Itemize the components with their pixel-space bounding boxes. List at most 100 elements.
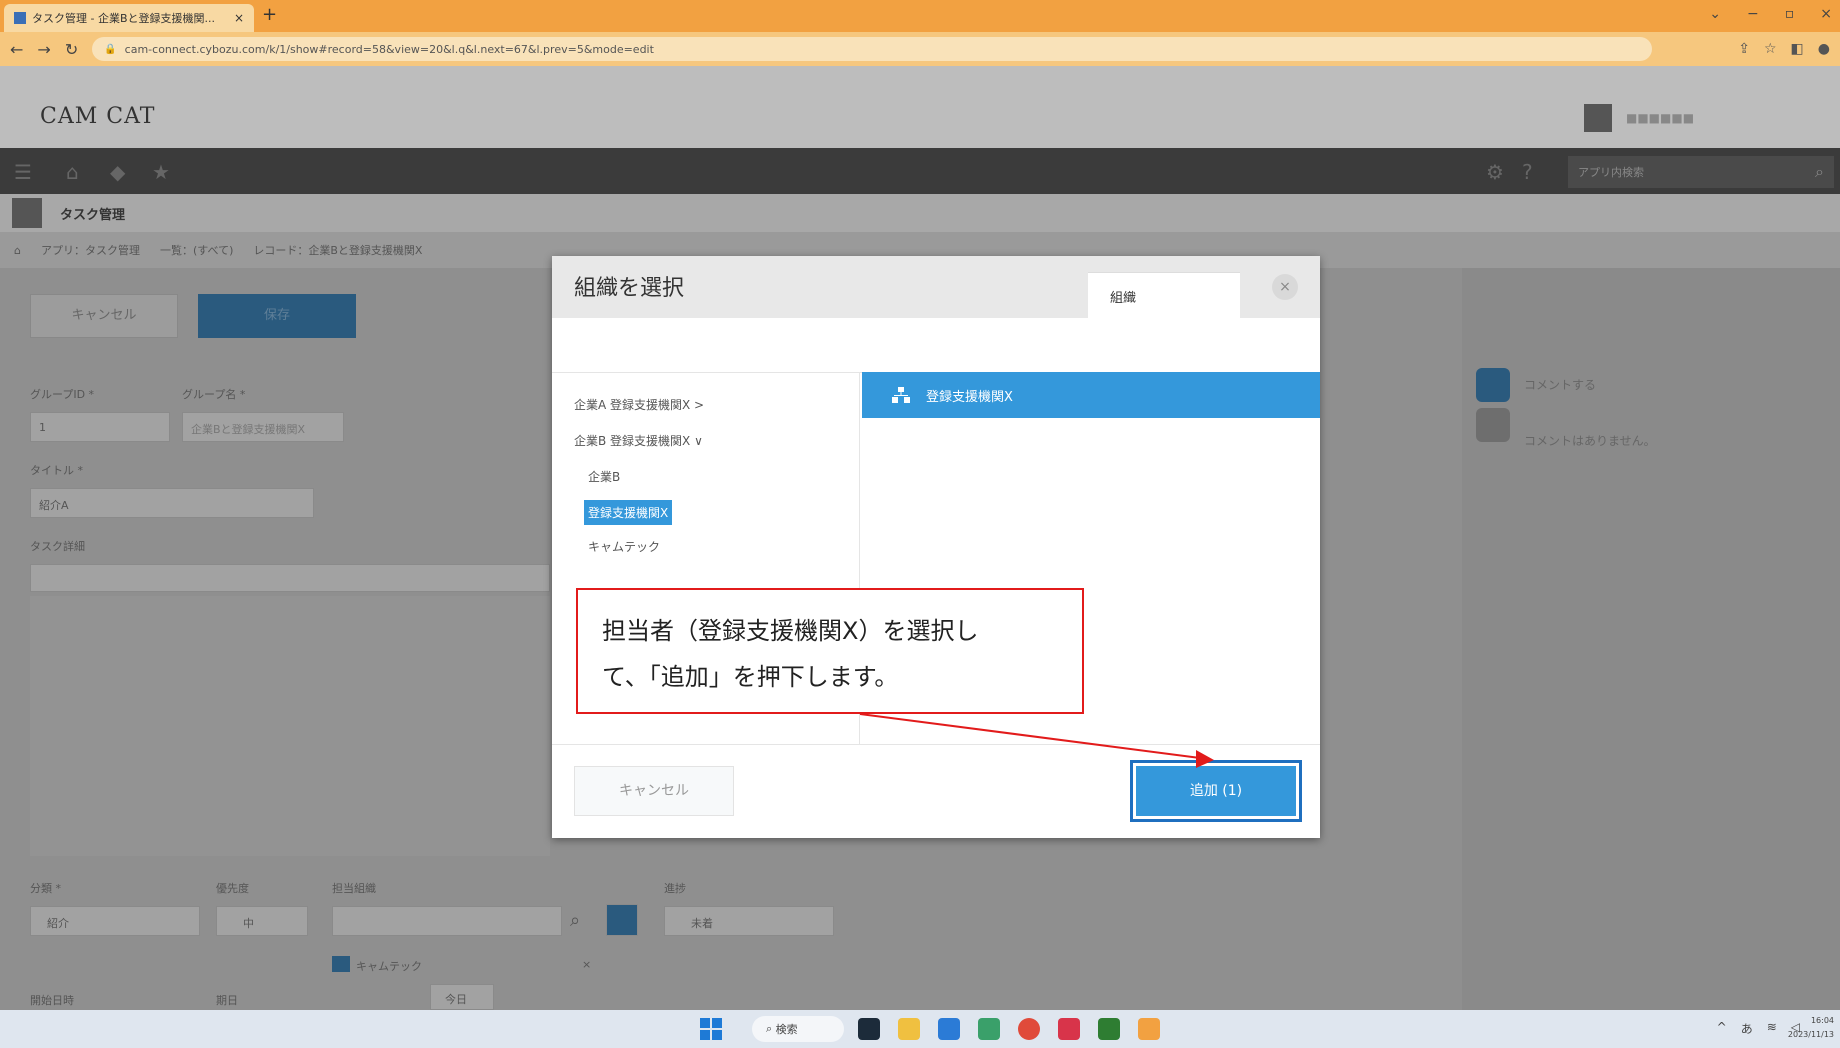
title-value: 紹介A <box>39 499 69 512</box>
priority-label: 優先度 <box>216 882 249 895</box>
app-icon[interactable] <box>1058 1018 1080 1040</box>
dialog-close-button[interactable]: × <box>1272 274 1298 300</box>
history-icon[interactable] <box>1476 408 1510 442</box>
tree-item-company-a[interactable]: 企業A 登録支援機関X > <box>574 396 704 413</box>
lock-icon: 🔒 <box>104 43 117 55</box>
rich-text-toolbar[interactable] <box>30 564 550 592</box>
comment-icon[interactable] <box>1476 368 1510 402</box>
chevron-down-icon[interactable]: ⌄ <box>1709 6 1721 22</box>
tree-item-company-b[interactable]: 企業B 登録支援機関X ∨ <box>574 432 703 449</box>
taskbar: ⌕ 検索 ^ あ ≋ ◁ 16:04 2023/11/13 <box>0 1010 1840 1048</box>
share-icon[interactable]: ⇪ <box>1738 41 1750 57</box>
comment-post-link[interactable]: コメントする <box>1524 376 1596 393</box>
priority-select[interactable]: 中 <box>216 906 308 936</box>
app-search-input[interactable]: アプリ内検索 ⌕ <box>1568 156 1834 188</box>
store-icon[interactable] <box>978 1018 1000 1040</box>
window-close-button[interactable]: × <box>1820 6 1832 22</box>
user-name: ■■■■■■ <box>1626 111 1695 125</box>
tab-title: タスク管理 - 企業Bと登録支援機関... <box>32 12 215 25</box>
profile-icon[interactable]: ● <box>1818 41 1830 57</box>
taskbar-search-label: 検索 <box>775 1023 798 1036</box>
group-id-field[interactable]: 1 <box>30 412 170 442</box>
status-select[interactable]: 未着 <box>664 906 834 936</box>
clock-date: 2023/11/13 <box>1787 1030 1834 1039</box>
avatar <box>1584 104 1612 132</box>
category-select[interactable]: 紹介 <box>30 906 200 936</box>
reload-icon[interactable]: ↻ <box>65 40 78 59</box>
minimize-button[interactable]: − <box>1747 6 1759 22</box>
forward-icon[interactable]: → <box>37 40 50 59</box>
title-field[interactable]: 紹介A <box>30 488 314 518</box>
priority-value: 中 <box>243 917 254 930</box>
today-button[interactable]: 今日 <box>430 984 494 1010</box>
group-name-label: グループ名 * <box>182 388 246 401</box>
app-search-placeholder: アプリ内検索 <box>1578 166 1644 179</box>
chevron-up-icon[interactable]: ^ <box>1717 1020 1727 1037</box>
search-icon[interactable]: ⌕ <box>570 910 580 931</box>
star-icon[interactable]: ☆ <box>1764 41 1777 57</box>
remove-assignee-icon[interactable]: × <box>582 958 591 971</box>
assignee-chip: キャムテック <box>356 960 422 973</box>
new-tab-button[interactable]: + <box>262 4 277 25</box>
assignee-search-input[interactable] <box>332 906 562 936</box>
tab-organization[interactable]: 組織 <box>1088 272 1240 318</box>
list-item[interactable]: 登録支援機関X <box>862 372 1320 418</box>
app-favicon-icon <box>14 12 26 24</box>
tree-item-company-b-child[interactable]: 企業B <box>588 468 620 485</box>
favorite-icon[interactable]: ★ <box>152 160 170 184</box>
assignee-label: 担当組織 <box>332 882 376 895</box>
dialog-title: 組織を選択 <box>574 276 685 301</box>
browser-tabbar: タスク管理 - 企業Bと登録支援機関... × + ⌄ − ▫ × <box>0 0 1840 32</box>
ime-indicator[interactable]: あ <box>1741 1020 1753 1037</box>
tree-item-registration-agency[interactable]: 登録支援機関X <box>584 500 673 525</box>
tree-item-camtech[interactable]: キャムテック <box>588 538 660 555</box>
url-input[interactable]: 🔒 cam-connect.cybozu.com/k/1/show#record… <box>92 37 1653 61</box>
category-label: 分類 * <box>30 882 61 895</box>
chrome-icon[interactable] <box>1018 1018 1040 1040</box>
member-label: 登録支援機関X <box>926 389 1013 405</box>
rich-text-editor[interactable] <box>30 596 550 856</box>
callout-line-2: て、「追加」を押下します。 <box>602 663 899 691</box>
browser-actions: ⇪ ☆ ◧ ● <box>1738 41 1830 57</box>
windows-start-icon[interactable] <box>700 1018 722 1040</box>
group-id-label: グループID * <box>30 388 95 401</box>
calculator-icon[interactable] <box>1098 1018 1120 1040</box>
search-icon[interactable]: ⌕ <box>1815 162 1824 182</box>
start-date-label: 開始日時 <box>30 994 74 1007</box>
org-icon <box>892 387 910 403</box>
add-button[interactable]: 追加 (1) <box>1136 766 1296 816</box>
task-detail-label: タスク詳細 <box>30 540 85 553</box>
breadcrumb-record[interactable]: レコード：企業Bと登録支援機関X <box>253 242 422 258</box>
tab-close-icon[interactable]: × <box>234 11 244 25</box>
back-icon[interactable]: ← <box>10 40 23 59</box>
help-icon[interactable]: ? <box>1522 160 1533 184</box>
taskbar-search[interactable]: ⌕ 検索 <box>752 1016 844 1042</box>
org-select-dialog: 組織を選択 組織 × 企業A 登録支援機関X > 企業B 登録支援機関X ∨ 企… <box>552 256 1320 838</box>
org-picker-button[interactable] <box>606 904 638 936</box>
wifi-icon[interactable]: ≋ <box>1767 1020 1777 1037</box>
comment-sidebar: コメントする コメントはありません。 <box>1462 268 1840 1010</box>
callout-line-1: 担当者（登録支援機関X）を選択し <box>602 617 979 645</box>
chrome-profile-icon[interactable] <box>1138 1018 1160 1040</box>
edge-icon[interactable] <box>938 1018 960 1040</box>
home-icon[interactable]: ⌂ <box>14 244 21 257</box>
gear-icon[interactable]: ⚙ <box>1486 160 1504 184</box>
sidebar-icon[interactable]: ◧ <box>1791 41 1804 57</box>
app-icon <box>12 198 42 228</box>
folder-icon[interactable] <box>898 1018 920 1040</box>
dialog-cancel-button[interactable]: キャンセル <box>574 766 734 816</box>
clock[interactable]: 16:04 2023/11/13 <box>1788 1014 1834 1042</box>
task-view-icon[interactable] <box>858 1018 880 1040</box>
browser-tab[interactable]: タスク管理 - 企業Bと登録支援機関... × <box>4 4 254 32</box>
no-comments-text: コメントはありません。 <box>1524 434 1656 448</box>
user-menu[interactable]: ■■■■■■ <box>1574 100 1840 136</box>
bell-icon[interactable]: ◆ <box>110 160 125 184</box>
form-save-button[interactable]: 保存 <box>198 294 356 338</box>
menu-icon[interactable]: ☰ <box>14 160 32 184</box>
org-icon <box>332 956 350 972</box>
form-cancel-button[interactable]: キャンセル <box>30 294 178 338</box>
restore-button[interactable]: ▫ <box>1785 6 1795 22</box>
breadcrumb-view[interactable]: 一覧：(すべて) <box>160 242 233 258</box>
breadcrumb-app[interactable]: アプリ：タスク管理 <box>41 242 140 258</box>
home-icon[interactable]: ⌂ <box>66 160 79 184</box>
